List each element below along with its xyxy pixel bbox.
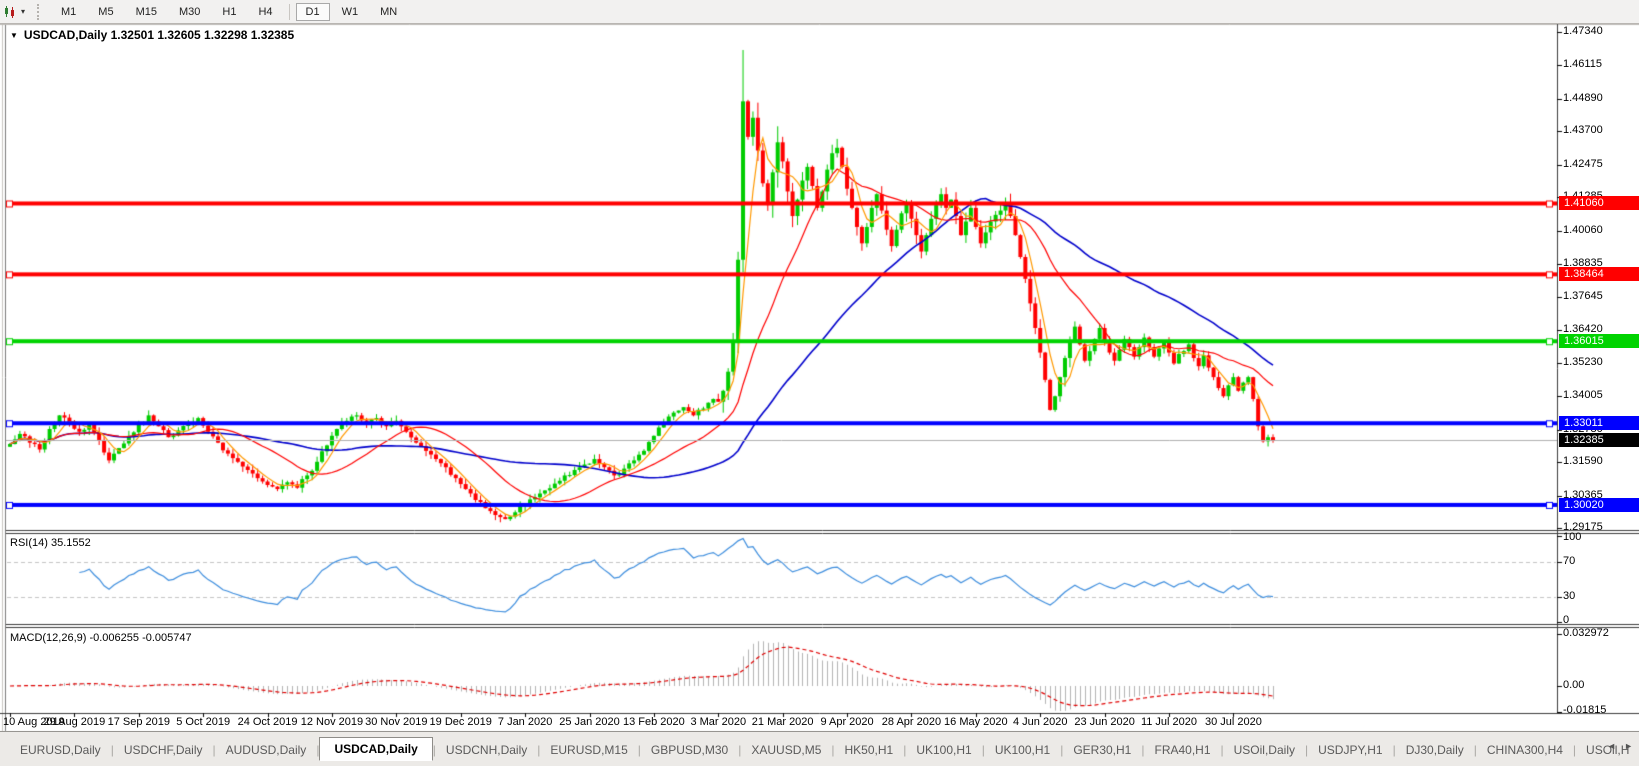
timeframe-button-d1[interactable]: D1 (295, 2, 330, 21)
symbol-tab-eurusd-m15[interactable]: EURUSD,M15 (540, 739, 637, 761)
candlestick-glyph (5, 5, 14, 18)
symbol-tab-china300-h4[interactable]: CHINA300,H4 (1477, 739, 1573, 761)
timeframe-button-w1[interactable]: W1 (332, 3, 369, 21)
symbol-tab-uk100-h1[interactable]: UK100,H1 (906, 739, 981, 761)
timeframe-button-mn[interactable]: MN (370, 3, 407, 21)
symbol-tab-uk100-h1[interactable]: UK100,H1 (985, 739, 1060, 761)
symbol-tab-usdcnh-daily[interactable]: USDCNH,Daily (436, 739, 537, 761)
tab-scroll-right-icon[interactable]: ► (1624, 741, 1633, 751)
toolbar-grip (37, 3, 44, 20)
timeframe-button-h1[interactable]: H1 (212, 3, 246, 21)
symbol-tabs: EURUSD,Daily | USDCHF,Daily | AUDUSD,Daily | U… (0, 732, 1639, 766)
dropdown-caret-icon: ▾ (21, 7, 26, 16)
symbol-tab-audusd-daily[interactable]: AUDUSD,Daily (216, 739, 317, 761)
timeframe-toolbar: M1 M5 M15 M30 H1 H4 D1 W1 MN (50, 1, 408, 23)
symbol-tab-usdchf-daily[interactable]: USDCHF,Daily (114, 739, 213, 761)
tab-scroll-left-icon[interactable]: ◄ (1607, 741, 1616, 751)
toolbar: ▾ M1 M5 M15 M30 H1 H4 D1 W1 MN (0, 0, 1639, 24)
symbol-tab-usdjpy-h1[interactable]: USDJPY,H1 (1308, 739, 1392, 761)
symbol-tab-fra40-h1[interactable]: FRA40,H1 (1144, 739, 1220, 761)
symbol-tab-usdcad-daily[interactable]: USDCAD,Daily (319, 736, 433, 761)
symbol-tab-ger30-h1[interactable]: GER30,H1 (1063, 739, 1141, 761)
symbol-tab-usoil-daily[interactable]: USOil,Daily (1224, 739, 1305, 761)
symbol-tab-eurusd-daily[interactable]: EURUSD,Daily (10, 739, 111, 761)
timeframe-button-m30[interactable]: M30 (169, 3, 210, 21)
symbol-tab-hk50-h1[interactable]: HK50,H1 (835, 739, 904, 761)
chart-canvas[interactable] (0, 0, 1639, 766)
symbol-tab-dj30-daily[interactable]: DJ30,Daily (1396, 739, 1474, 761)
timeframe-button-m5[interactable]: M5 (88, 3, 123, 21)
toolbar-separator (288, 3, 290, 20)
symbol-tab-xauusd-m5[interactable]: XAUUSD,M5 (741, 739, 831, 761)
chart-style-icon[interactable]: ▾ (0, 2, 29, 22)
timeframe-button-m15[interactable]: M15 (126, 3, 167, 21)
timeframe-button-m1[interactable]: M1 (51, 3, 86, 21)
timeframe-button-h4[interactable]: H4 (248, 3, 282, 21)
mt4-window: ▾ M1 M5 M15 M30 H1 H4 D1 W1 MN ▼ USDCAD,Daily 1.3… (0, 0, 1639, 766)
symbol-tab-gbpusd-m30[interactable]: GBPUSD,M30 (641, 739, 738, 761)
chart-tab-bar: EURUSD,Daily | USDCHF,Daily | AUDUSD,Daily | U… (0, 731, 1639, 766)
